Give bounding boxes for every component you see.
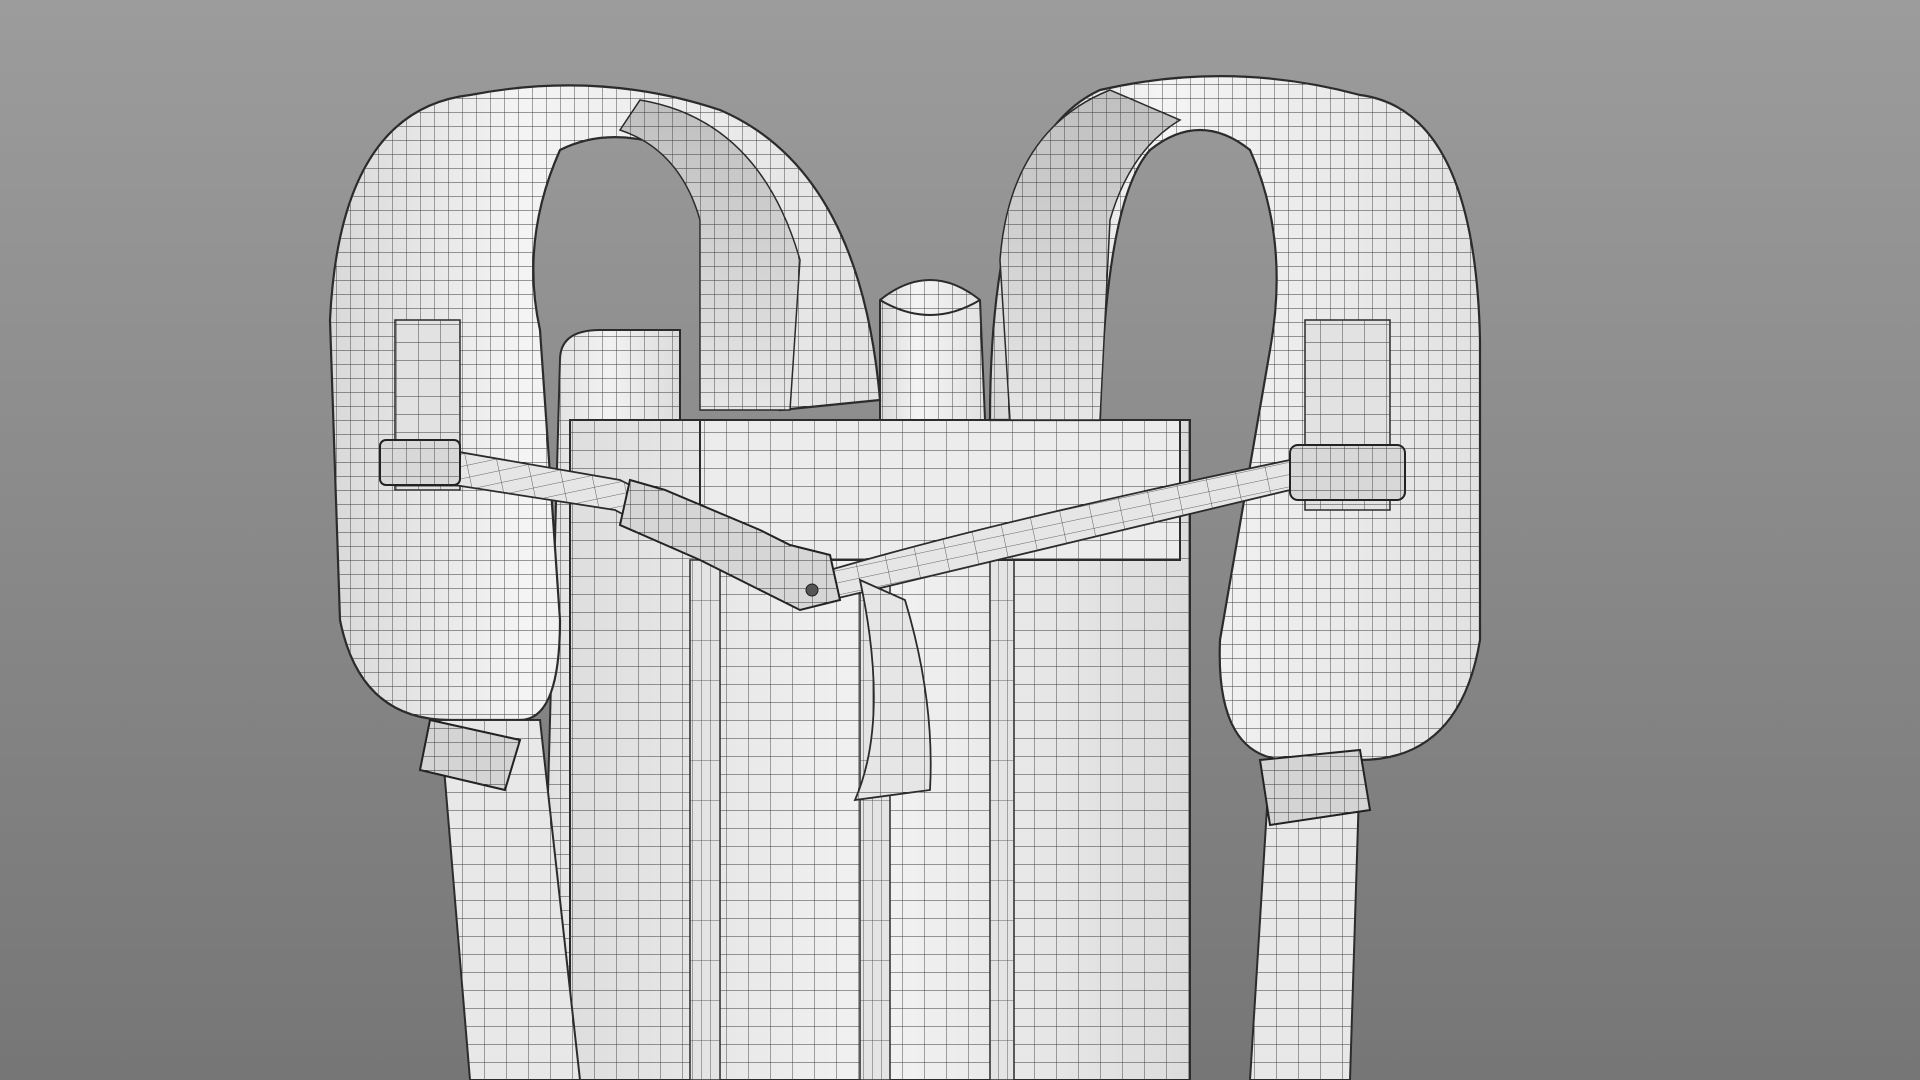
- strap-adjuster-left: [379, 439, 461, 486]
- 3d-viewport[interactable]: [0, 0, 1920, 1080]
- strap-adjuster-right: [1289, 444, 1406, 501]
- top-grab-handle: [879, 279, 987, 421]
